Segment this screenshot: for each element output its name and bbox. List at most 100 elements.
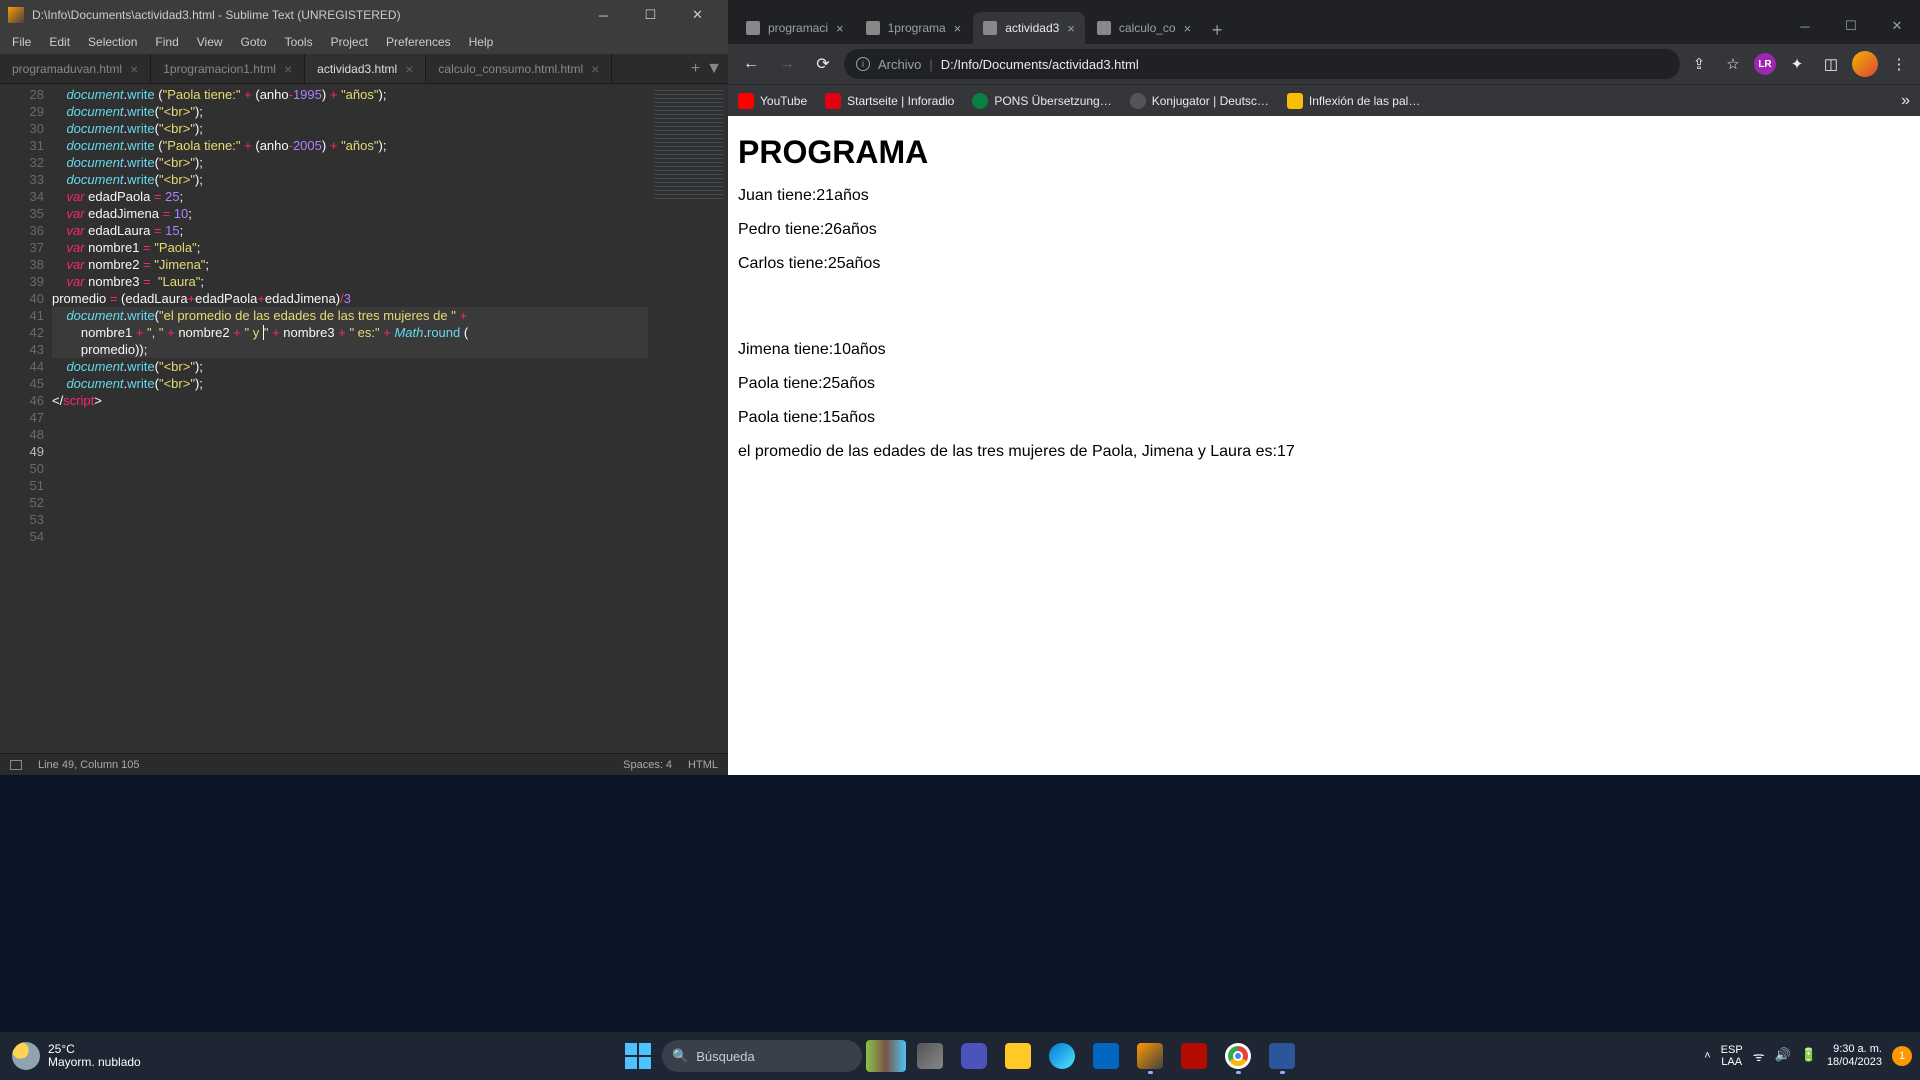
extension-badge[interactable]: LR (1754, 53, 1776, 75)
tab-close-icon[interactable]: × (1067, 21, 1075, 36)
address-bar-row: ← → ⟳ i Archivo | D:/Info/Documents/acti… (728, 44, 1920, 84)
menu-file[interactable]: File (4, 33, 39, 51)
editor-tab[interactable]: calculo_consumo.html.html× (426, 54, 612, 83)
tray-icons[interactable]: ᯤ 🔊 🔋 (1753, 1047, 1817, 1065)
favicon-icon (1097, 21, 1111, 35)
menu-find[interactable]: Find (147, 33, 186, 51)
page-h1: PROGRAMA (738, 134, 1910, 171)
explorer-button[interactable] (998, 1036, 1038, 1076)
close-button[interactable]: ✕ (1874, 8, 1920, 44)
bookmark-item[interactable]: Inflexión de las pal… (1287, 93, 1420, 109)
editor-area[interactable]: 2829303132333435363738394041424344454647… (0, 84, 728, 753)
sublime-title: D:\Info\Documents\actividad3.html - Subl… (32, 8, 581, 22)
menu-help[interactable]: Help (461, 33, 502, 51)
chrome-button[interactable] (1218, 1036, 1258, 1076)
acrobat-button[interactable] (1174, 1036, 1214, 1076)
editor-tab[interactable]: actividad3.html× (305, 54, 426, 83)
weather-widget[interactable]: 25°C Mayorm. nublado (0, 1042, 153, 1070)
tab-dropdown-icon[interactable]: ▼ (706, 60, 722, 78)
tab-close-icon[interactable]: × (1184, 21, 1192, 36)
line-gutter: 2829303132333435363738394041424344454647… (0, 84, 52, 753)
bookmark-icon (738, 93, 754, 109)
tab-close-icon[interactable]: × (836, 21, 844, 36)
notification-badge[interactable]: 1 (1892, 1046, 1912, 1066)
reload-button[interactable]: ⟳ (808, 49, 838, 79)
tab-label: 1programacion1.html (163, 62, 276, 76)
status-spaces[interactable]: Spaces: 4 (623, 759, 672, 771)
tab-close-icon[interactable]: × (954, 21, 962, 36)
teams-button[interactable] (954, 1036, 994, 1076)
sublime-logo-icon (8, 7, 24, 23)
bookmark-label: Startseite | Inforadio (847, 94, 954, 108)
store-button[interactable] (1086, 1036, 1126, 1076)
share-icon[interactable]: ⇪ (1686, 51, 1712, 77)
tab-close-icon[interactable]: × (405, 61, 413, 77)
site-info-icon[interactable]: i (856, 57, 870, 71)
new-tab-button[interactable]: + (1203, 16, 1231, 44)
tab-close-icon[interactable]: × (591, 61, 599, 77)
menu-icon[interactable]: ⋮ (1886, 51, 1912, 77)
new-tab-icon[interactable]: + (691, 60, 700, 78)
browser-tab[interactable]: calculo_co× (1087, 12, 1201, 44)
browser-tab[interactable]: actividad3× (973, 12, 1085, 44)
menu-project[interactable]: Project (323, 33, 376, 51)
toolbar-right: ⇪ ☆ LR ✦ ◫ ⋮ (1686, 51, 1912, 77)
taskbar-center: 🔍Búsqueda (618, 1036, 1302, 1076)
menu-selection[interactable]: Selection (80, 33, 145, 51)
close-button[interactable]: ✕ (675, 1, 720, 29)
tab-close-icon[interactable]: × (130, 61, 138, 77)
bookmark-item[interactable]: YouTube (738, 93, 807, 109)
bookmarks-bar: YouTube Startseite | Inforadio PONS Über… (728, 84, 1920, 116)
edge-button[interactable] (1042, 1036, 1082, 1076)
language-indicator[interactable]: ESP LAA (1721, 1044, 1743, 1068)
page-line: Pedro tiene:26años (738, 221, 1910, 239)
extensions-icon[interactable]: ✦ (1784, 51, 1810, 77)
bookmarks-overflow-icon[interactable]: » (1901, 92, 1910, 110)
maximize-button[interactable]: ☐ (628, 1, 673, 29)
bookmark-item[interactable]: PONS Übersetzung… (972, 93, 1111, 109)
forward-button[interactable]: → (772, 49, 802, 79)
code-content[interactable]: document.write ("Paola tiene:" + (anho-1… (52, 84, 648, 753)
clock[interactable]: 9:30 a. m. 18/04/2023 (1827, 1043, 1882, 1069)
bookmark-star-icon[interactable]: ☆ (1720, 51, 1746, 77)
minimap[interactable] (648, 84, 728, 753)
sublime-button[interactable] (1130, 1036, 1170, 1076)
bookmark-item[interactable]: Konjugator | Deutsc… (1130, 93, 1269, 109)
back-button[interactable]: ← (736, 49, 766, 79)
sublime-title-bar: D:\Info\Documents\actividad3.html - Subl… (0, 0, 728, 30)
maximize-button[interactable]: ☐ (1828, 8, 1874, 44)
panel-switcher-icon[interactable] (10, 760, 22, 770)
taskbar-search[interactable]: 🔍Búsqueda (662, 1040, 862, 1072)
menu-tools[interactable]: Tools (277, 33, 321, 51)
menu-preferences[interactable]: Preferences (378, 33, 459, 51)
tray-chevron-icon[interactable]: ˄ (1704, 1050, 1710, 1062)
window-buttons: ─ ☐ ✕ (581, 1, 720, 29)
page-line (738, 289, 1910, 325)
address-input[interactable]: i Archivo | D:/Info/Documents/actividad3… (844, 49, 1680, 79)
sublime-window: D:\Info\Documents\actividad3.html - Subl… (0, 0, 728, 775)
word-button[interactable] (1262, 1036, 1302, 1076)
sidepanel-icon[interactable]: ◫ (1818, 51, 1844, 77)
browser-tab[interactable]: 1programa× (856, 12, 972, 44)
profile-avatar[interactable] (1852, 51, 1878, 77)
wifi-icon[interactable]: ᯤ (1753, 1047, 1765, 1065)
browser-tab[interactable]: programaci× (736, 12, 854, 44)
start-button[interactable] (618, 1036, 658, 1076)
menu-goto[interactable]: Goto (233, 33, 275, 51)
page-line: Paola tiene:15años (738, 409, 1910, 427)
addr-path: D:/Info/Documents/actividad3.html (941, 57, 1139, 72)
tab-close-icon[interactable]: × (284, 61, 292, 77)
search-decoration[interactable] (866, 1036, 906, 1076)
status-language[interactable]: HTML (688, 759, 718, 771)
page-content: PROGRAMA Juan tiene:21años Pedro tiene:2… (728, 116, 1920, 775)
minimize-button[interactable]: ─ (581, 1, 626, 29)
task-view-button[interactable] (910, 1036, 950, 1076)
volume-icon[interactable]: 🔊 (1775, 1047, 1791, 1065)
battery-icon[interactable]: 🔋 (1801, 1047, 1817, 1065)
menu-edit[interactable]: Edit (41, 33, 78, 51)
editor-tab[interactable]: 1programacion1.html × (151, 54, 305, 83)
menu-view[interactable]: View (189, 33, 231, 51)
minimize-button[interactable]: ─ (1782, 8, 1828, 44)
editor-tab[interactable]: programaduvan.html× (0, 54, 151, 83)
bookmark-item[interactable]: Startseite | Inforadio (825, 93, 954, 109)
